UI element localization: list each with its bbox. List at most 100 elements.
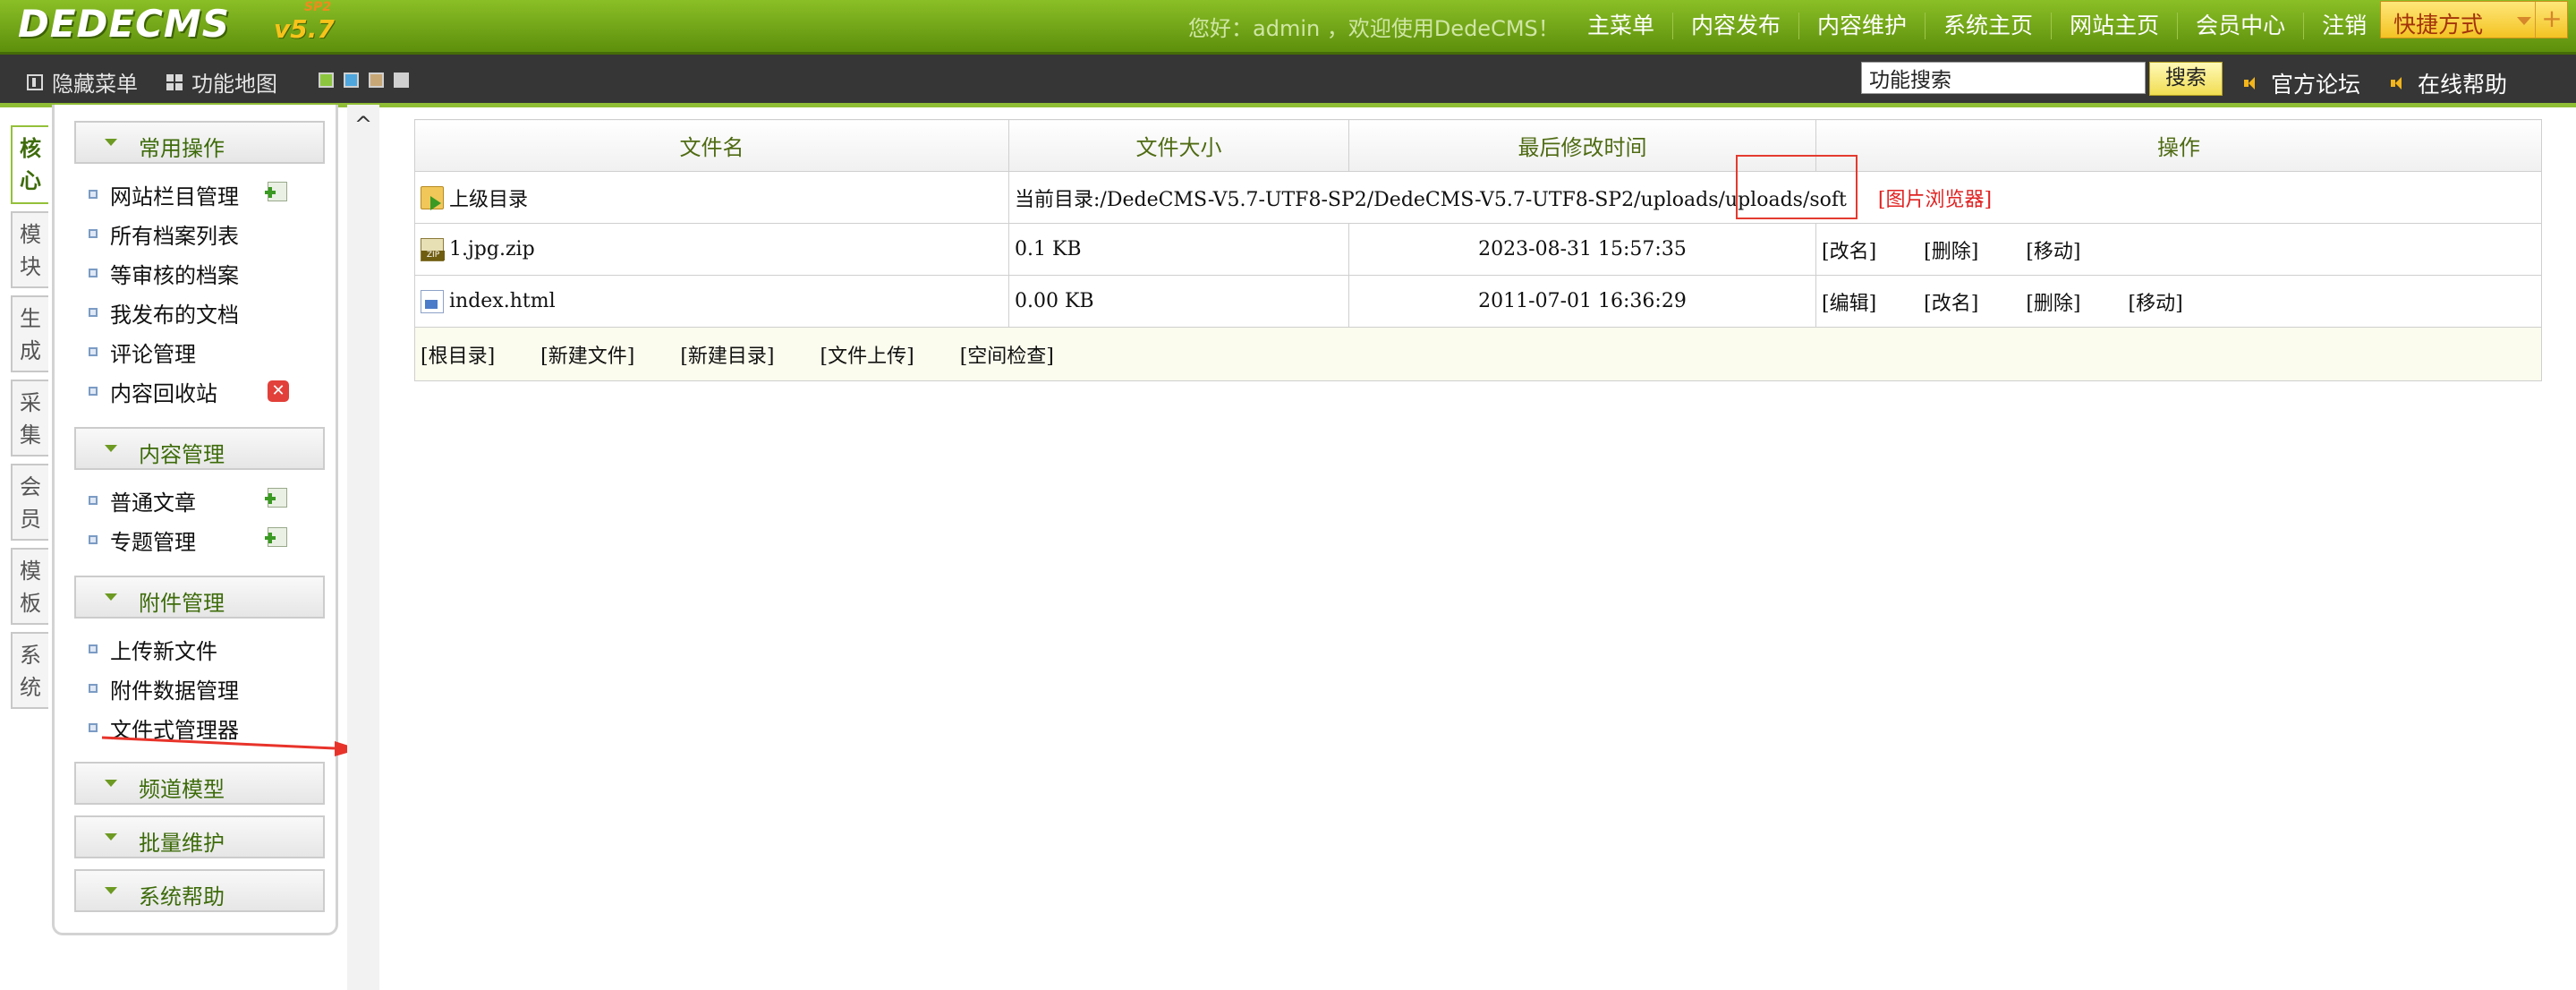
top-header: DEDECMS v5.7 SP2 您好：admin ，欢迎使用DedeCMS！ … [0,0,2576,55]
menu-splitter[interactable]: ^ [347,105,379,990]
zip-file-icon [421,237,445,261]
new-dir-link[interactable]: [新建目录] [680,346,774,368]
group-title: 批量维护 [139,831,225,856]
group-content-manage[interactable]: 内容管理 [74,427,325,470]
menu-item-topic-manage[interactable]: 专题管理 [89,524,196,556]
filename-cell: 1.jpg.zip [414,223,1009,276]
menu-item-label: 评论管理 [110,341,196,367]
function-search-input[interactable] [1861,62,2146,94]
search-button[interactable]: 搜索 [2149,62,2223,96]
plus-icon[interactable]: + [2535,2,2568,38]
menu-item-comments[interactable]: 评论管理 [89,336,196,368]
skin-swatch-green[interactable] [319,73,334,88]
logo-version: v5.7 [274,14,335,44]
tab-template[interactable]: 模板 [11,548,48,625]
file-upload-link[interactable]: [文件上传] [820,346,914,368]
quick-menu-label: 快捷方式 [2393,12,2484,38]
parent-dir-cell[interactable]: 上级目录 [414,171,1009,224]
quick-menu-button[interactable]: 快捷方式 + [2380,1,2568,38]
image-browser-link[interactable]: [图片浏览器] [1878,189,1992,211]
skin-swatch-gray[interactable] [394,73,409,88]
bullet-icon [89,496,98,505]
menu-item-label: 等审核的档案 [110,262,239,288]
move-link[interactable]: [移动] [2026,241,2080,263]
add-icon[interactable] [265,182,287,201]
module-tabs: 核心 模块 生成 采集 会员 模板 系统 [11,125,52,716]
menu-item-upload-file[interactable]: 上传新文件 [89,633,217,665]
delete-link[interactable]: [删除] [1924,241,1978,263]
group-title: 常用操作 [139,136,225,161]
edit-link[interactable]: [编辑] [1822,293,1876,315]
bullet-icon [89,190,98,199]
chevron-down-icon [105,780,117,787]
tab-core[interactable]: 核心 [11,125,48,204]
menu-item-column-manage[interactable]: 网站栏目管理 [89,178,239,210]
nav-member-center[interactable]: 会员中心 [2177,13,2303,39]
new-file-link[interactable]: [新建文件] [540,346,634,368]
function-map-link[interactable]: 功能地图 [166,66,277,98]
filename-cell: index.html [414,275,1009,328]
nav-content-maintain[interactable]: 内容维护 [1798,13,1925,39]
collapse-icon[interactable]: ^ [354,112,372,137]
move-link[interactable]: [移动] [2129,293,2183,315]
menu-item-attachment-data[interactable]: 附件数据管理 [89,672,239,704]
table-footer-row: [根目录] [新建文件] [新建目录] [文件上传] [空间检查] [414,327,2542,381]
bullet-icon [89,723,98,732]
footer-links: [根目录] [新建文件] [新建目录] [文件上传] [空间检查] [414,327,2542,381]
bullet-icon [89,644,98,653]
tab-collect[interactable]: 采集 [11,380,48,457]
root-dir-link[interactable]: [根目录] [421,346,495,368]
tab-member[interactable]: 会员 [11,464,48,541]
nav-content-publish[interactable]: 内容发布 [1672,13,1798,39]
grid-icon [166,73,183,90]
parent-dir-link[interactable]: 上级目录 [449,183,528,212]
current-dir-path: 当前目录:/DedeCMS-V5.7-UTF8-SP2/DedeCMS-V5.7… [1015,188,1847,211]
tab-system[interactable]: 系统 [11,632,48,709]
delete-icon[interactable]: ✕ [268,380,289,402]
add-icon[interactable] [265,488,287,508]
file-name-link[interactable]: index.html [449,290,556,312]
bullet-icon [89,684,98,693]
rename-link[interactable]: [改名] [1822,241,1876,263]
welcome-text: 您好：admin ，欢迎使用DedeCMS！ [1188,16,1560,41]
space-check-link[interactable]: [空间检查] [960,346,1054,368]
group-title: 附件管理 [139,591,225,616]
function-map-label: 功能地图 [191,72,277,97]
col-actions: 操作 [1815,119,2542,172]
bullet-icon [89,347,98,356]
skin-swatch-brown[interactable] [369,73,384,88]
tab-module[interactable]: 模块 [11,211,48,288]
official-forum-link[interactable]: 官方论坛 [2244,67,2360,99]
add-icon[interactable] [265,527,287,547]
online-help-label: 在线帮助 [2418,72,2508,98]
menu-item-label: 所有档案列表 [110,223,239,249]
table-header-row: 文件名 文件大小 最后修改时间 操作 [414,119,2542,172]
menu-item-my-documents[interactable]: 我发布的文档 [89,296,239,329]
tab-generate[interactable]: 生成 [11,295,48,372]
menu-item-recycle-bin[interactable]: 内容回收站 [89,375,217,407]
menu-item-normal-article[interactable]: 普通文章 [89,484,196,516]
chevron-down-icon [105,445,117,452]
folder-up-icon [421,185,444,210]
delete-link[interactable]: [删除] [2026,293,2080,315]
toolbar: 隐藏菜单 功能地图 搜索 官方论坛 在线帮助 [0,55,2576,107]
online-help-link[interactable]: 在线帮助 [2391,67,2507,99]
group-attachment-manage[interactable]: 附件管理 [74,576,325,619]
file-actions: [编辑] [改名] [删除] [移动] [1815,275,2542,328]
bullet-icon [89,535,98,544]
rename-link[interactable]: [改名] [1924,293,1978,315]
bullet-icon [89,269,98,277]
hide-menu-link[interactable]: 隐藏菜单 [27,66,138,98]
group-batch-maintain[interactable]: 批量维护 [74,815,325,858]
menu-item-all-archives[interactable]: 所有档案列表 [89,218,239,250]
skin-swatch-blue[interactable] [344,73,359,88]
menu-item-pending-archives[interactable]: 等审核的档案 [89,257,239,289]
nav-site-home[interactable]: 网站主页 [2051,13,2177,39]
group-common-ops[interactable]: 常用操作 [74,121,325,164]
nav-system-home[interactable]: 系统主页 [1925,13,2051,39]
file-name-link[interactable]: 1.jpg.zip [449,238,535,260]
group-system-help[interactable]: 系统帮助 [74,869,325,912]
group-channel-model[interactable]: 频道模型 [74,762,325,805]
nav-main-menu[interactable]: 主菜单 [1569,13,1672,39]
nav-logout[interactable]: 注销 [2303,13,2385,39]
